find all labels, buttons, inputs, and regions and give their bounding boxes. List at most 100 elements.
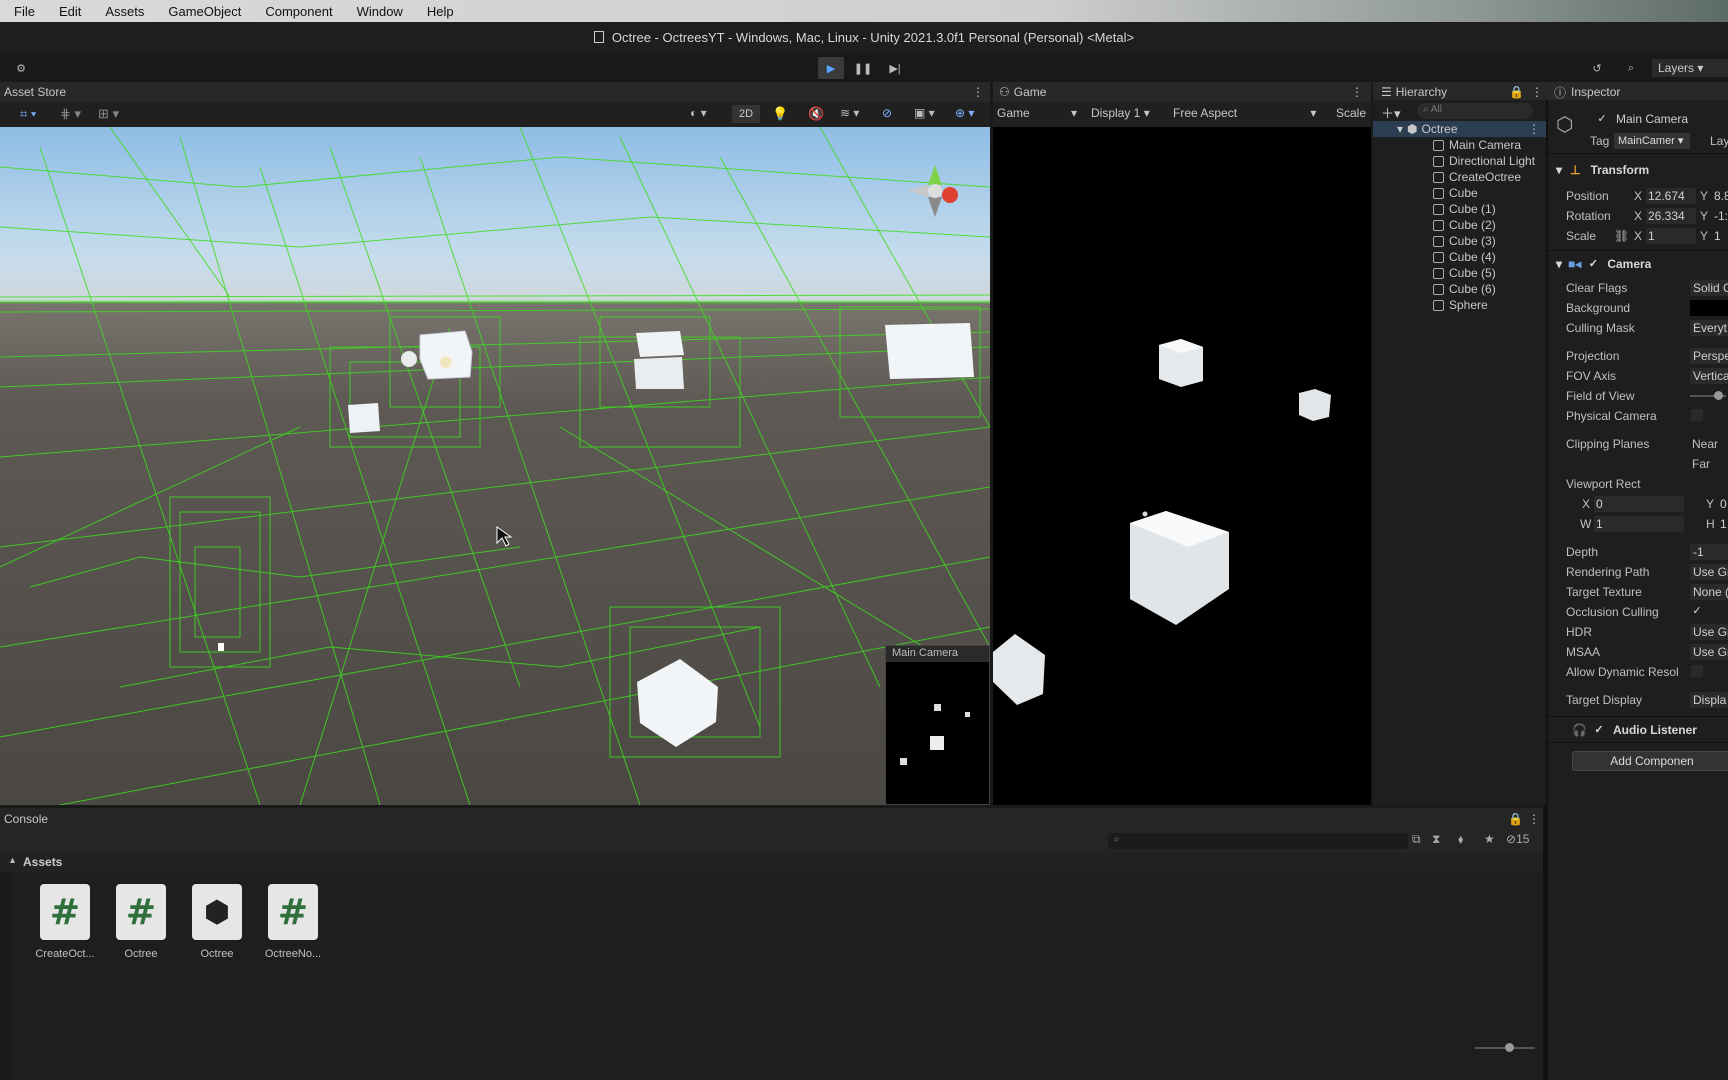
game-view-dropdown[interactable]: Game ▾ (997, 106, 1077, 120)
hidden-objects-icon[interactable]: ⊘ (882, 106, 892, 120)
menu-component[interactable]: Component (251, 4, 342, 19)
menu-assets[interactable]: Assets (91, 4, 154, 19)
effects-icon[interactable]: ≋ ▾ (840, 106, 859, 120)
asset-item[interactable]: ⬢ Octree (181, 884, 253, 960)
folder-tree-strip[interactable] (0, 872, 12, 1080)
toggle-2d-button[interactable]: 2D (732, 105, 760, 123)
panel-menu-icon[interactable]: ⋮ (1528, 809, 1540, 829)
occlusion-culling-checkbox[interactable]: ✓ (1691, 605, 1703, 617)
viewport-x-field[interactable]: 0 (1594, 496, 1684, 512)
menu-edit[interactable]: Edit (45, 4, 91, 19)
hierarchy-item[interactable]: Cube (4) (1373, 249, 1546, 265)
lock-icon[interactable]: 🔒 (1508, 809, 1523, 829)
hierarchy-item[interactable]: Cube (3) (1373, 233, 1546, 249)
fov-slider[interactable] (1690, 391, 1726, 400)
tag-dropdown[interactable]: MainCamer ▾ (1614, 133, 1690, 149)
active-checkbox[interactable]: ✓ (1596, 113, 1608, 125)
hdr-dropdown[interactable]: Use Gr (1690, 624, 1728, 640)
search-icon[interactable]: ⌕ (1618, 57, 1644, 79)
projection-dropdown[interactable]: Perspe (1690, 348, 1728, 364)
camera-header[interactable]: ▾ ■◂ ✓ Camera (1548, 252, 1728, 276)
hierarchy-item[interactable]: Cube (2) (1373, 217, 1546, 233)
hidden-packages-icon[interactable]: ⊘15 (1506, 832, 1529, 846)
icon-size-slider[interactable] (1475, 1043, 1535, 1052)
expand-arrow-icon[interactable]: ▾ (1397, 122, 1403, 136)
lighting-icon[interactable]: 💡 (772, 106, 788, 122)
row-menu-icon[interactable]: ⋮ (1528, 122, 1540, 136)
hierarchy-item[interactable]: Cube (1373, 185, 1546, 201)
hierarchy-item[interactable]: Cube (6) (1373, 281, 1546, 297)
project-search-input[interactable]: ⌕ (1108, 833, 1408, 849)
layers-dropdown[interactable]: Layers ▾ (1652, 59, 1728, 77)
transform-header[interactable]: ▾ ⊥ Transform (1548, 158, 1728, 182)
hierarchy-item[interactable]: Sphere (1373, 297, 1546, 313)
depth-field[interactable]: -1 (1690, 544, 1728, 560)
viewport-y-value[interactable]: 0 (1720, 497, 1727, 511)
clear-flags-dropdown[interactable]: Solid C (1690, 280, 1728, 296)
collapse-arrow-icon[interactable]: ▴ (10, 855, 15, 866)
lock-icon[interactable]: 🔒 (1509, 82, 1524, 102)
hierarchy-item[interactable]: CreateOctree (1373, 169, 1546, 185)
rotation-y-value[interactable]: -1: (1714, 209, 1728, 223)
gizmos-icon[interactable]: ⊕ ▾ (955, 106, 974, 120)
hierarchy-item[interactable]: Cube (5) (1373, 265, 1546, 281)
hierarchy-root-octree[interactable]: ⬢ Octree ▾ ⋮ (1373, 121, 1546, 137)
hierarchy-item[interactable]: Cube (1) (1373, 201, 1546, 217)
save-search-icon[interactable]: ⧉ (1412, 832, 1421, 847)
asset-item[interactable]: # OctreeNo... (257, 884, 329, 960)
grid-icon[interactable]: ⋕ ▾ (60, 106, 81, 122)
tab-game[interactable]: ⚇ Game (999, 82, 1046, 102)
hierarchy-item[interactable]: Directional Light (1373, 153, 1546, 169)
tab-console[interactable]: Console (4, 809, 48, 829)
tab-hierarchy[interactable]: ☰ Hierarchy (1381, 82, 1447, 102)
play-button[interactable]: ▶ (818, 57, 844, 79)
menu-file[interactable]: File (0, 4, 45, 19)
icon-size-slider-thumb[interactable] (1505, 1043, 1514, 1052)
menu-help[interactable]: Help (413, 4, 464, 19)
cloud-icon[interactable]: ⚙ (8, 57, 34, 79)
menu-gameobject[interactable]: GameObject (154, 4, 251, 19)
panel-menu-icon[interactable]: ⋮ (972, 82, 984, 102)
asset-item[interactable]: # CreateOct... (29, 884, 101, 960)
dynamic-resolution-checkbox[interactable] (1691, 665, 1703, 677)
audio-icon[interactable]: 🔇 (808, 106, 824, 122)
add-icon[interactable]: ＋▾ (1381, 103, 1401, 122)
camera-settings-icon[interactable]: ▣ ▾ (914, 106, 935, 120)
viewport-w-field[interactable]: 1 (1594, 516, 1684, 532)
object-name-field[interactable]: Main Camera (1616, 112, 1688, 126)
pause-button[interactable]: ❚❚ (850, 57, 876, 79)
breadcrumb-assets[interactable]: Assets (23, 855, 62, 869)
rendering-path-dropdown[interactable]: Use Gr (1690, 564, 1728, 580)
ruler-icon[interactable]: ⊞ ▾ (98, 106, 119, 122)
panel-menu-icon[interactable]: ⋮ (1531, 82, 1543, 102)
fov-slider-thumb[interactable] (1714, 391, 1723, 400)
filter-label-icon[interactable]: ⬧ (1458, 832, 1463, 847)
camera-enabled-checkbox[interactable]: ✓ (1587, 258, 1599, 270)
hierarchy-search-input[interactable]: ⌕ All (1417, 103, 1533, 119)
history-icon[interactable]: ↺ (1584, 57, 1610, 79)
audio-listener-checkbox[interactable]: ✓ (1593, 724, 1605, 736)
step-button[interactable]: ▶| (882, 57, 908, 79)
culling-mask-dropdown[interactable]: Everyt (1690, 320, 1728, 336)
tab-asset-store[interactable]: Asset Store (4, 82, 66, 102)
physical-camera-checkbox[interactable] (1691, 409, 1703, 421)
scale-slider-label[interactable]: Scale (1336, 106, 1366, 120)
menu-window[interactable]: Window (343, 4, 413, 19)
background-color-swatch[interactable] (1690, 300, 1728, 316)
scale-y-value[interactable]: 1 (1714, 229, 1721, 243)
target-display-dropdown[interactable]: Displa (1690, 692, 1728, 708)
fov-axis-dropdown[interactable]: Vertica (1690, 368, 1728, 384)
grid-snap-icon[interactable]: ⌗ ▾ (20, 106, 36, 122)
display-dropdown[interactable]: Display 1 ▾ (1091, 106, 1150, 120)
scale-x-field[interactable]: 1 (1646, 228, 1696, 244)
position-x-field[interactable]: 12.674 (1646, 188, 1696, 204)
rotation-x-field[interactable]: 26.334 (1646, 208, 1696, 224)
viewport-h-value[interactable]: 1 (1720, 517, 1727, 531)
position-y-value[interactable]: 8.8 (1714, 189, 1728, 203)
scene-view[interactable]: Main Camera (0, 127, 990, 805)
shading-mode-icon[interactable]: ◐ ▾ (690, 106, 707, 120)
game-view[interactable] (993, 127, 1371, 805)
filter-type-icon[interactable]: ⧗ (1432, 832, 1440, 847)
favorite-star-icon[interactable]: ★ (1484, 832, 1495, 846)
asset-item[interactable]: # Octree (105, 884, 177, 960)
